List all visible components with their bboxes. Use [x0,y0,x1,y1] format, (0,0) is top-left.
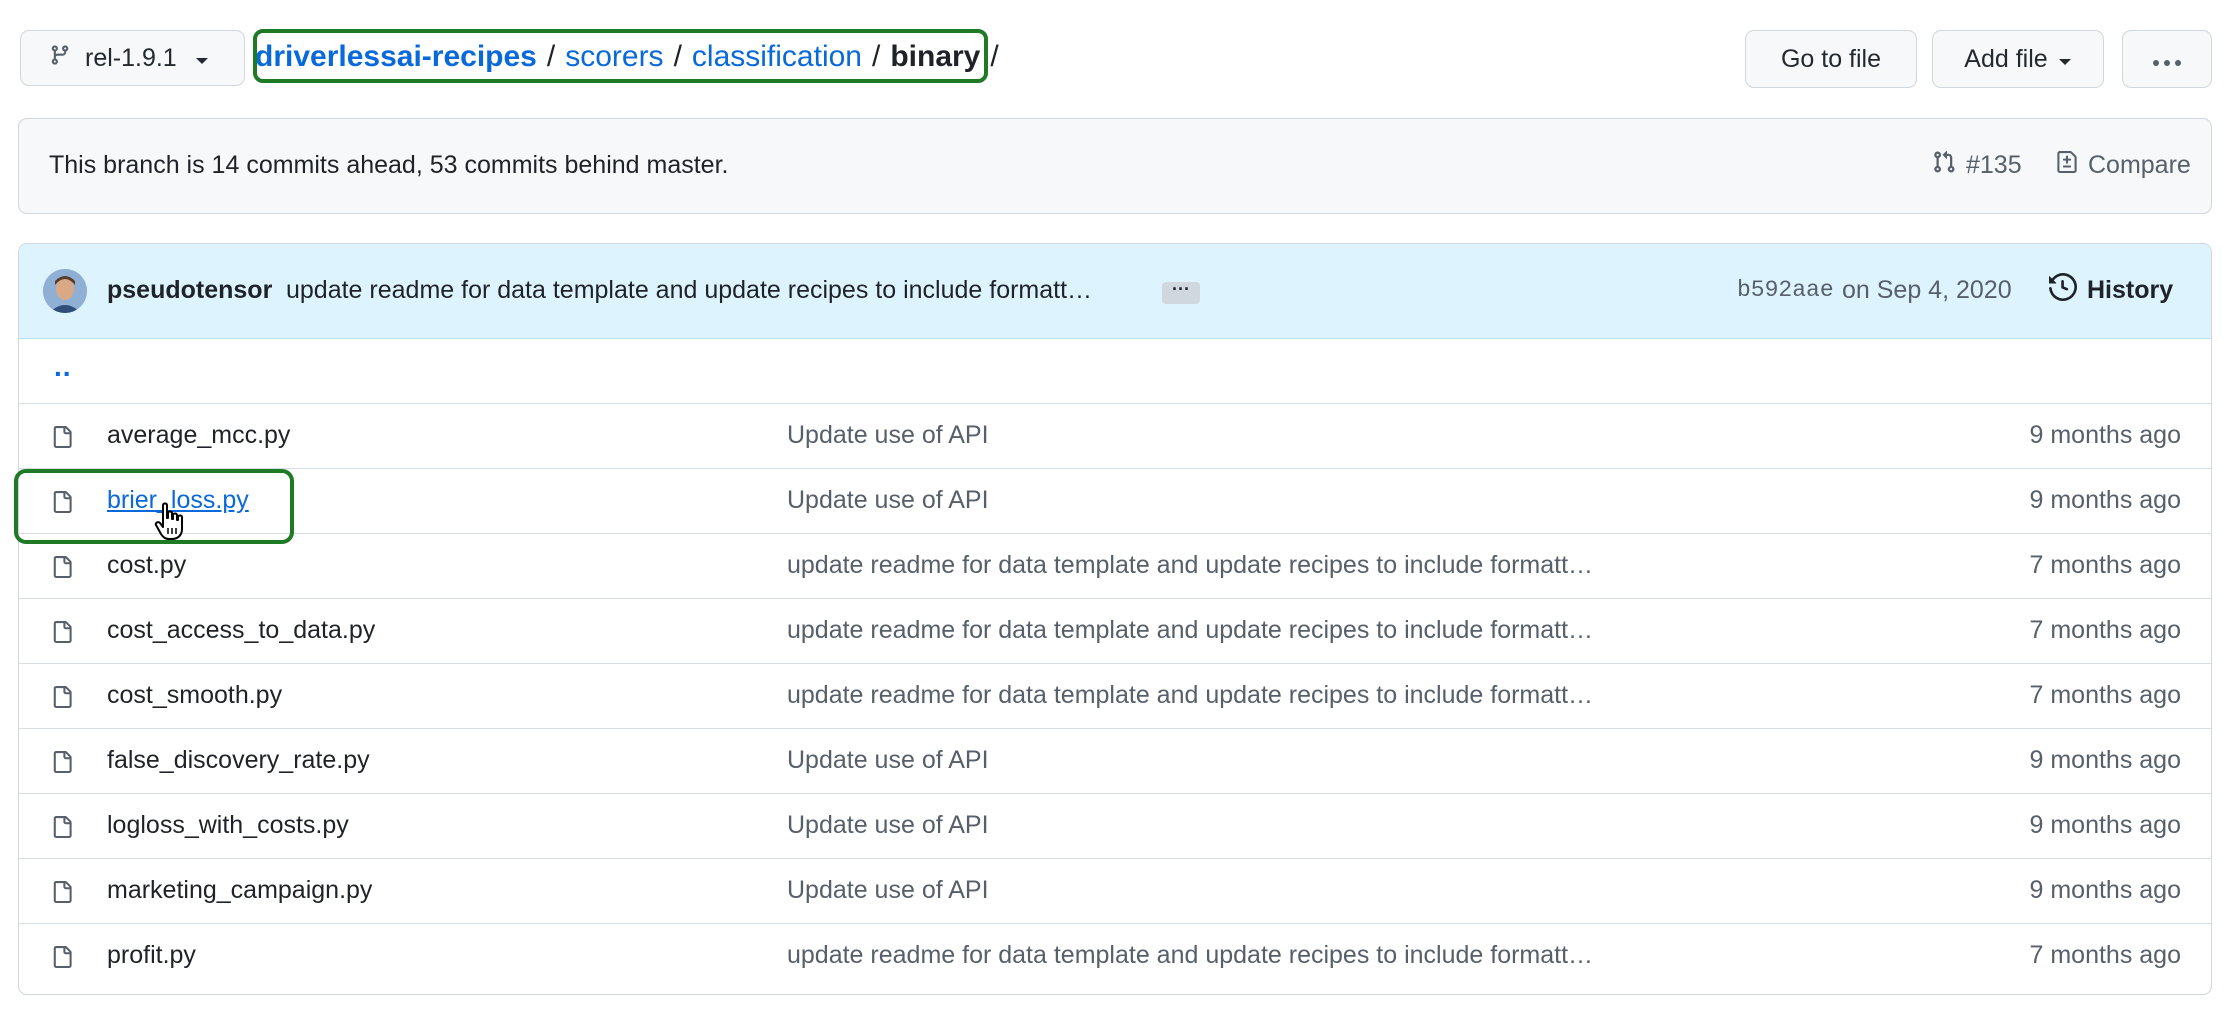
commit-message[interactable]: update readme for data template and upda… [286,244,1092,337]
file-icon [51,684,73,715]
git-branch-icon [49,42,71,75]
breadcrumb-separator: / [871,40,881,73]
triangle-down-icon [2058,45,2072,74]
go-to-file-button[interactable]: Go to file [1745,30,1917,88]
history-label: History [2087,276,2174,304]
file-icon [51,619,73,650]
file-commit-age: 9 months ago [2029,876,2182,904]
file-commit-age: 7 months ago [2029,616,2182,644]
file-name-link[interactable]: marketing_campaign.py [107,859,372,922]
pull-request-number: #135 [1966,151,2022,179]
file-icon [51,749,73,780]
breadcrumb: driverlessai-recipes / scorers / classif… [255,30,1009,84]
table-row: cost_access_to_data.py update readme for… [19,599,2211,664]
add-file-label: Add file [1964,44,2048,73]
repo-navigation-bar: rel-1.9.1 driverlessai-recipes / scorers… [0,0,2230,110]
file-list-box: pseudotensor update readme for data temp… [18,243,2212,995]
branch-status-box: This branch is 14 commits ahead, 53 comm… [18,118,2212,214]
table-row: average_mcc.py Update use of API 9 month… [19,404,2211,469]
table-row: marketing_campaign.py Update use of API … [19,859,2211,924]
breadcrumb-classification-link[interactable]: classification [692,40,862,74]
file-commit-age: 7 months ago [2029,551,2182,579]
table-row: logloss_with_costs.py Update use of API … [19,794,2211,859]
expand-commit-message-button[interactable]: ··· [1162,280,1200,304]
file-name-link[interactable]: brier_loss.py [107,469,249,532]
file-commit-age: 9 months ago [2029,811,2182,839]
file-commit-message[interactable]: Update use of API [787,469,989,532]
add-file-button[interactable]: Add file [1932,30,2104,88]
commit-sha[interactable]: b592aae [1737,244,1834,337]
pull-request-link[interactable]: #135 [1932,119,2022,212]
history-clock-icon [2049,272,2078,308]
table-row: false_discovery_rate.py Update use of AP… [19,729,2211,794]
table-row: profit.py update readme for data templat… [19,924,2211,989]
triangle-down-icon [195,44,209,73]
file-commit-message[interactable]: Update use of API [787,794,989,857]
breadcrumb-current-folder: binary [890,40,981,73]
breadcrumb-scorers-link[interactable]: scorers [565,40,663,74]
file-name-link[interactable]: average_mcc.py [107,404,290,467]
file-commit-age: 9 months ago [2029,486,2182,514]
breadcrumb-separator: / [990,40,999,73]
breadcrumb-separator: / [673,40,682,73]
compare-label: Compare [2088,151,2191,179]
file-icon [51,554,73,585]
file-name-link[interactable]: logloss_with_costs.py [107,794,349,857]
branch-status-message: This branch is 14 commits ahead, 53 comm… [49,151,729,179]
file-icon [51,814,73,845]
avatar[interactable] [43,269,87,313]
file-commit-age: 7 months ago [2029,681,2182,709]
commit-author[interactable]: pseudotensor [107,244,272,337]
file-name-link[interactable]: cost.py [107,534,186,597]
pull-request-icon [1932,149,1956,182]
file-commit-message[interactable]: update readme for data template and upda… [787,664,1593,727]
file-icon [51,879,73,910]
file-name-link[interactable]: false_discovery_rate.py [107,729,370,792]
more-options-button[interactable] [2122,30,2212,88]
history-link[interactable]: History [2049,244,2173,337]
file-icon [51,424,73,455]
file-commit-message[interactable]: update readme for data template and upda… [787,924,1593,987]
file-diff-icon [2056,149,2078,182]
file-icon [51,944,73,975]
file-name-link[interactable]: cost_access_to_data.py [107,599,375,662]
table-row: cost.py update readme for data template … [19,534,2211,599]
file-name-link[interactable]: profit.py [107,924,196,987]
file-commit-age: 9 months ago [2029,421,2182,449]
latest-commit-bar: pseudotensor update readme for data temp… [19,244,2211,339]
table-row: cost_smooth.py update readme for data te… [19,664,2211,729]
parent-directory-row[interactable]: .. [19,339,2211,404]
file-commit-message[interactable]: Update use of API [787,729,989,792]
file-commit-message[interactable]: update readme for data template and upda… [787,599,1593,662]
branch-selector-button[interactable]: rel-1.9.1 [20,30,245,86]
table-row: brier_loss.py Update use of API 9 months… [19,469,2211,534]
file-commit-age: 9 months ago [2029,746,2182,774]
commit-date: on Sep 4, 2020 [1842,276,2012,304]
file-rows: average_mcc.py Update use of API 9 month… [19,404,2211,989]
file-commit-message[interactable]: Update use of API [787,404,989,467]
file-commit-message[interactable]: update readme for data template and upda… [787,534,1593,597]
parent-directory-link[interactable]: .. [54,351,72,383]
file-name-link[interactable]: cost_smooth.py [107,664,282,727]
kebab-horizontal-icon [2152,45,2182,74]
file-commit-message[interactable]: Update use of API [787,859,989,922]
breadcrumb-separator: / [546,40,556,73]
compare-link[interactable]: Compare [2056,119,2191,212]
file-icon [51,489,73,520]
branch-name: rel-1.9.1 [85,43,177,72]
breadcrumb-repo-link[interactable]: driverlessai-recipes [255,40,537,74]
file-commit-age: 7 months ago [2029,941,2182,969]
